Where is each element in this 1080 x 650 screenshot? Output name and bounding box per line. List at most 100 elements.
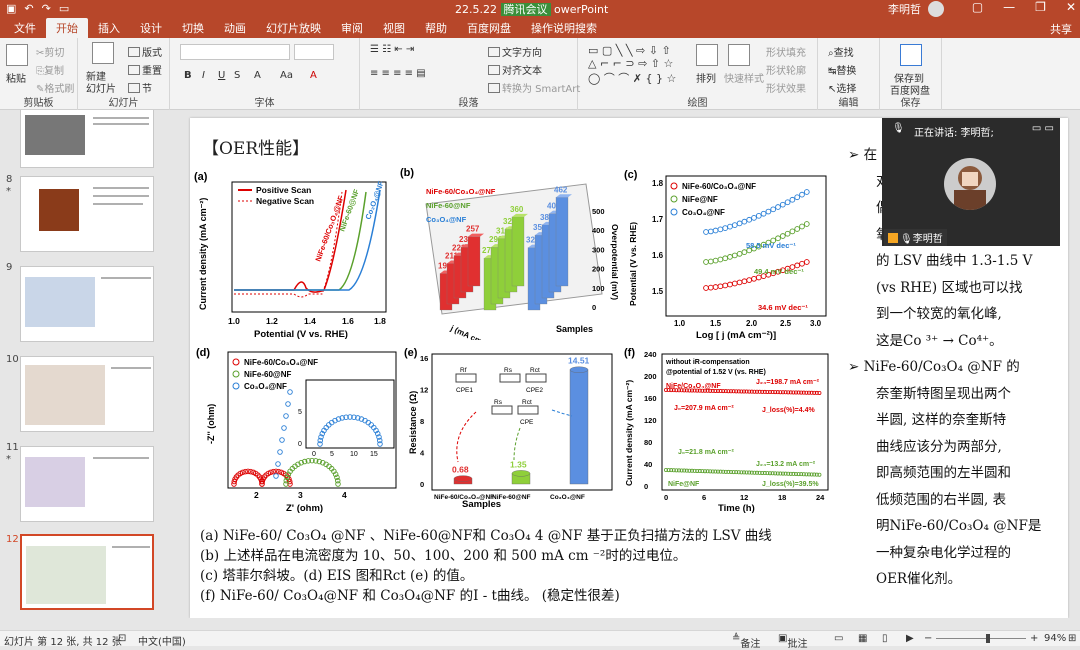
bullets-icon[interactable]: ☰ ☷ ⇤ ⇥	[370, 44, 414, 55]
cloud-save-icon[interactable]	[900, 44, 922, 66]
tab-design[interactable]: 设计	[130, 18, 172, 38]
meeting-video-overlay[interactable]: 🎙 正在讲话: 李明哲; ▭ ▭ 🎙李明哲	[882, 118, 1060, 246]
account-name[interactable]: 李明哲	[888, 1, 921, 17]
align-icons[interactable]: ≡ ≡ ≡ ≡ ▤	[370, 68, 426, 79]
share-button[interactable]: 共享	[1050, 21, 1072, 37]
present-icon[interactable]: ▭	[59, 2, 69, 15]
font-color-button[interactable]: A	[310, 70, 317, 81]
bar-top	[453, 475, 473, 482]
slide-thumbnail[interactable]	[20, 110, 154, 168]
comments-button[interactable]: ▣ 批注	[778, 633, 807, 650]
zoom-slider[interactable]	[936, 638, 1026, 639]
shadow-button[interactable]: S	[234, 70, 240, 81]
overlay-controls-icon[interactable]: ▭ ▭	[1032, 123, 1054, 134]
font-name-box[interactable]	[180, 44, 290, 60]
tab-slideshow[interactable]: 幻灯片放映	[256, 18, 331, 38]
underline-button[interactable]: U	[218, 70, 225, 81]
thumbnail-scrollbar[interactable]	[160, 110, 168, 630]
align-text-button[interactable]: 对齐文本	[488, 62, 542, 77]
tab-home[interactable]: 开始	[46, 18, 88, 38]
slide-thumbnail-selected[interactable]	[20, 534, 154, 610]
shape-effects-button[interactable]: 形状效果	[766, 80, 806, 95]
tab-transitions[interactable]: 切换	[172, 18, 214, 38]
quick-styles-button[interactable]: 快速样式	[724, 70, 764, 85]
font-color-icon[interactable]: A	[254, 70, 261, 81]
group-paragraph: ☰ ☷ ⇤ ⇥ ≡ ≡ ≡ ≡ ▤ 文字方向 对齐文本 转换为 SmartArt…	[360, 38, 580, 110]
legend-entry: Co₃O₄@NF	[682, 208, 725, 217]
slide-thumbnail[interactable]	[20, 266, 154, 342]
font-size-box[interactable]	[294, 44, 334, 60]
bar-top	[569, 366, 589, 373]
smartart-button[interactable]: 转换为 SmartArt	[488, 80, 580, 95]
zoom-level[interactable]: 94%	[1044, 633, 1066, 644]
zoom-slider-thumb[interactable]	[986, 634, 990, 643]
paste-button[interactable]: 粘贴	[6, 70, 26, 85]
fit-slide-icon[interactable]: ⊞	[1068, 633, 1076, 644]
tick-label: 400	[592, 226, 605, 235]
paste-icon[interactable]	[6, 44, 28, 66]
data-point	[731, 222, 738, 228]
close-icon[interactable]: ✕	[1066, 0, 1076, 14]
tick-label: 5	[330, 451, 334, 458]
copy-button[interactable]: ⎘复制	[36, 62, 64, 77]
arrange-button[interactable]: 排列	[696, 70, 716, 85]
accessibility-icon[interactable]: ⊡	[118, 633, 126, 644]
legend-entry: Co₃O₄@NF	[426, 215, 467, 224]
shape-fill-button[interactable]: 形状填充	[766, 44, 806, 59]
data-point	[775, 204, 781, 210]
shape-outline-button[interactable]: 形状轮廓	[766, 62, 806, 77]
reading-view-icon[interactable]: ▯	[882, 633, 888, 644]
format-painter-button[interactable]: ✎格式刷	[36, 80, 74, 95]
slide-number: 9	[6, 262, 13, 273]
tab-help[interactable]: 帮助	[415, 18, 457, 38]
notes-button[interactable]: ≜ 备注	[732, 633, 760, 650]
text-line: 一种复杂电化学过程的	[876, 544, 1011, 561]
section-button[interactable]: 节	[128, 80, 152, 95]
slide-number: 8	[6, 174, 13, 185]
minimize-icon[interactable]: —	[1003, 0, 1015, 14]
reset-button[interactable]: 重置	[128, 62, 162, 77]
zoom-out-button[interactable]: −	[924, 633, 932, 644]
bar	[467, 236, 481, 287]
bar-top	[511, 470, 531, 477]
redo-icon[interactable]: ↷	[42, 2, 51, 15]
new-slide-icon[interactable]	[92, 42, 114, 64]
cut-button[interactable]: ✂剪切	[36, 44, 64, 59]
legend-entry: NiFe-60@NF	[426, 201, 471, 210]
panel-label: (e)	[404, 347, 418, 359]
tab-view[interactable]: 视图	[373, 18, 415, 38]
data-point	[789, 196, 796, 203]
save-icon[interactable]: ▣	[6, 2, 16, 15]
arrange-icon[interactable]	[696, 44, 718, 66]
slideshow-icon[interactable]: ▶	[906, 633, 914, 644]
zoom-in-button[interactable]: +	[1030, 633, 1038, 644]
undo-icon[interactable]: ↶	[24, 2, 33, 15]
shapes-gallery[interactable]: ▭ ▢ ╲ ╲ ⇨ ⇩ ⇧ △ ⌐ ⌐ ⊃ ⇨ ⇧ ☆ ◯ ⌒ ⌒ ✗ { } ☆	[588, 44, 676, 86]
restore-icon[interactable]: ❐	[1035, 0, 1046, 14]
quick-styles-icon[interactable]	[728, 44, 750, 66]
slide-scrollbar[interactable]	[168, 618, 1080, 630]
slide-thumbnail[interactable]	[20, 176, 154, 252]
ribbon-display-icon[interactable]: ▢	[972, 0, 983, 14]
bold-button[interactable]: B	[184, 70, 192, 81]
text-direction-button[interactable]: 文字方向	[488, 44, 542, 59]
tab-animations[interactable]: 动画	[214, 18, 256, 38]
tab-insert[interactable]: 插入	[88, 18, 130, 38]
text-line: 奈奎斯特图呈现出两个	[876, 385, 1011, 402]
annotation: J₂₄=198.7 mA cm⁻²	[756, 379, 820, 386]
tab-review[interactable]: 审阅	[331, 18, 373, 38]
tab-baidu[interactable]: 百度网盘	[457, 18, 521, 38]
sorter-view-icon[interactable]: ▦	[858, 633, 867, 644]
select-button[interactable]: ↖选择	[828, 80, 856, 95]
find-button[interactable]: ⌕查找	[828, 44, 854, 59]
account-avatar[interactable]	[928, 1, 944, 17]
slide-thumbnail[interactable]	[20, 446, 154, 522]
slide-thumbnail[interactable]	[20, 356, 154, 432]
tell-me-search[interactable]: 操作说明搜索	[521, 18, 607, 38]
normal-view-icon[interactable]: ▭	[834, 633, 843, 644]
italic-button[interactable]: I	[202, 70, 205, 81]
layout-button[interactable]: 版式	[128, 44, 162, 59]
replace-button[interactable]: ↹替换	[828, 62, 856, 77]
tab-file[interactable]: 文件	[4, 18, 46, 38]
char-spacing-icon[interactable]: Aa	[280, 70, 293, 81]
